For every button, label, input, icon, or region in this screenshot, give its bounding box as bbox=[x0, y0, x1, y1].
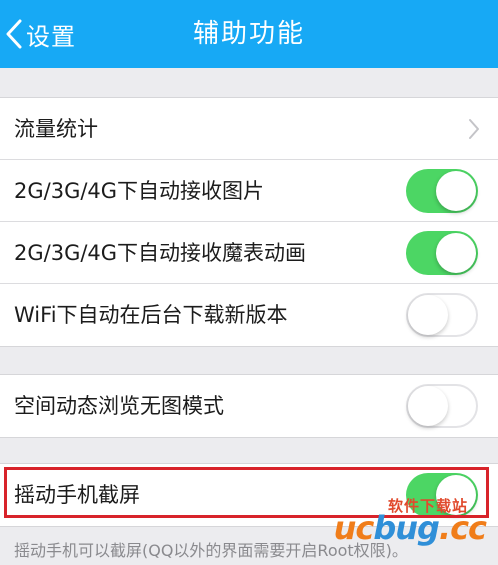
auto-receive-images-toggle[interactable] bbox=[406, 169, 478, 213]
nav-bar: 设置 辅助功能 bbox=[0, 0, 498, 68]
watermark-brand-uc: uc bbox=[333, 509, 375, 547]
setting-label: 2G/3G/4G下自动接收图片 bbox=[14, 179, 265, 203]
settings-group-2: 空间动态浏览无图模式 bbox=[0, 374, 498, 438]
toggle-knob bbox=[436, 233, 476, 273]
setting-label: WiFi下自动在后台下载新版本 bbox=[14, 303, 288, 327]
chevron-right-icon bbox=[469, 119, 479, 139]
setting-label: 摇动手机截屏 bbox=[14, 483, 140, 507]
toggle-knob bbox=[408, 295, 448, 335]
wifi-auto-download-toggle[interactable] bbox=[406, 293, 478, 337]
toggle-knob bbox=[408, 386, 448, 426]
watermark-brand-tail: .cc bbox=[438, 509, 487, 547]
setting-row-wifi-auto-download: WiFi下自动在后台下载新版本 bbox=[0, 284, 498, 346]
setting-label: 空间动态浏览无图模式 bbox=[14, 394, 224, 418]
watermark-brand-bug: bug bbox=[373, 509, 440, 547]
setting-row-auto-receive-images: 2G/3G/4G下自动接收图片 bbox=[0, 160, 498, 222]
setting-row-no-image-mode: 空间动态浏览无图模式 bbox=[0, 375, 498, 437]
watermark-logo: 软件下载站 ucbug.cc bbox=[322, 495, 490, 547]
watermark-brand: ucbug.cc bbox=[333, 509, 487, 547]
setting-row-traffic-stats[interactable]: 流量统计 bbox=[0, 98, 498, 160]
setting-label: 流量统计 bbox=[14, 117, 98, 141]
setting-row-auto-receive-animations: 2G/3G/4G下自动接收魔表动画 bbox=[0, 222, 498, 284]
page-title: 辅助功能 bbox=[192, 19, 305, 49]
auto-receive-animations-toggle[interactable] bbox=[406, 231, 478, 275]
settings-group-1: 流量统计 2G/3G/4G下自动接收图片 2G/3G/4G下自动接收魔表动画 W… bbox=[0, 97, 498, 347]
toggle-knob bbox=[436, 171, 476, 211]
setting-label: 2G/3G/4G下自动接收魔表动画 bbox=[14, 241, 307, 265]
no-image-mode-toggle[interactable] bbox=[406, 384, 478, 428]
